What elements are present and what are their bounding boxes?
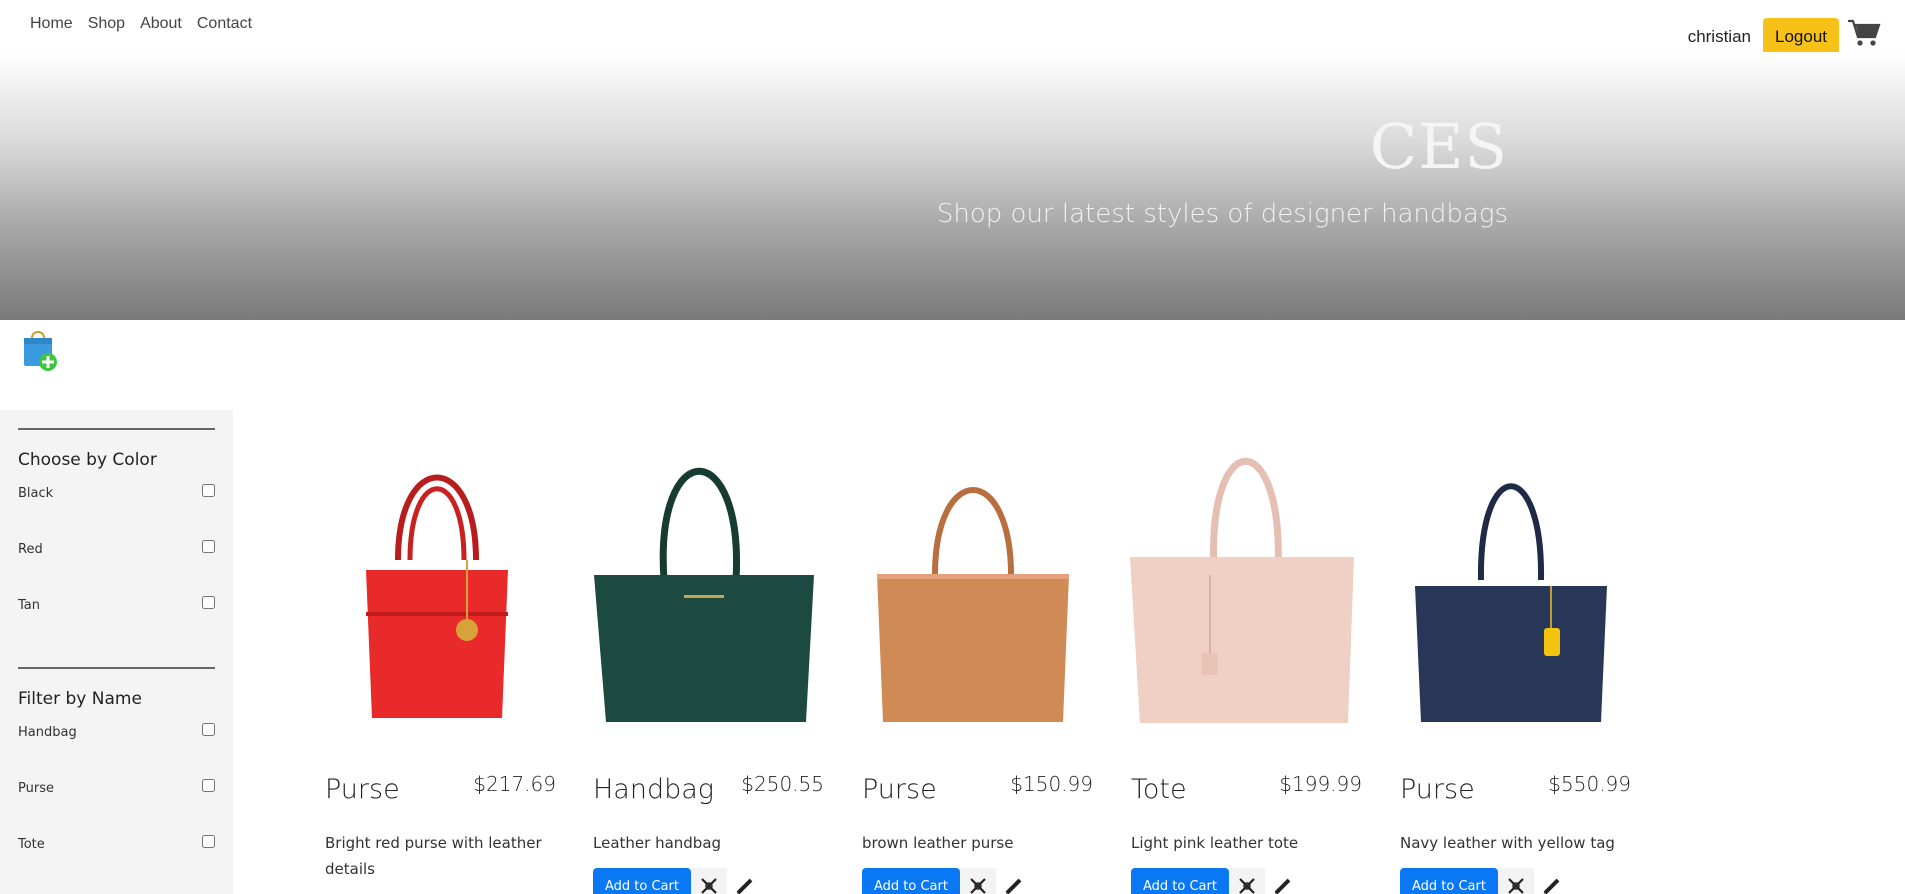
edit-pencil-icon[interactable]	[1534, 868, 1570, 894]
product-description: Light pink leather tote	[1131, 834, 1299, 852]
product-name: Tote	[1131, 774, 1187, 805]
color-option-red: Red	[18, 540, 215, 557]
product-card: Tote $199.99 Light pink leather tote Add…	[1122, 420, 1362, 894]
add-to-cart-button[interactable]: Add to Cart	[1400, 868, 1498, 894]
hero-title: CES	[1369, 110, 1508, 183]
product-actions: Add to Cart	[1400, 868, 1570, 894]
delete-icon[interactable]	[1228, 868, 1265, 894]
nav-link-contact[interactable]: Contact	[197, 15, 252, 33]
product-actions: Add to Cart	[1131, 868, 1301, 894]
product-card: Purse $550.99 Navy leather with yellow t…	[1391, 420, 1631, 894]
product-actions: Add to Cart	[862, 868, 1032, 894]
add-to-cart-button[interactable]: Add to Cart	[862, 868, 960, 894]
name-tote-checkbox[interactable]	[202, 835, 215, 848]
name-option-label: Tote	[18, 837, 45, 852]
product-image[interactable]	[584, 420, 824, 730]
sidebar-divider	[18, 428, 215, 430]
name-option-purse: Purse	[18, 779, 215, 796]
color-option-label: Red	[18, 542, 43, 557]
name-option-label: Purse	[18, 781, 54, 796]
edit-pencil-icon[interactable]	[1265, 868, 1301, 894]
product-name: Handbag	[593, 774, 714, 805]
nav-links: Home Shop About Contact	[30, 15, 267, 33]
product-image[interactable]	[1391, 420, 1631, 730]
nav-link-about[interactable]: About	[140, 15, 182, 33]
nav-link-shop[interactable]: Shop	[88, 15, 125, 33]
filter-sidebar: Choose by Color Black Red Tan Filter by …	[0, 410, 233, 894]
color-red-checkbox[interactable]	[202, 540, 215, 553]
product-card: Handbag $250.55 Leather handbag Add to C…	[584, 420, 824, 894]
color-black-checkbox[interactable]	[202, 484, 215, 497]
product-actions: Add to Cart	[593, 868, 763, 894]
color-option-label: Tan	[18, 598, 40, 613]
edit-pencil-icon[interactable]	[727, 868, 763, 894]
product-description: Leather handbag	[593, 834, 722, 852]
color-tan-checkbox[interactable]	[202, 596, 215, 609]
product-card: Purse $150.99 brown leather purse Add to…	[853, 420, 1093, 894]
name-handbag-checkbox[interactable]	[202, 723, 215, 736]
product-description: Bright red purse with leather details	[325, 834, 542, 878]
username-label: christian	[1687, 27, 1751, 46]
color-option-tan: Tan	[18, 596, 215, 613]
nav-link-home[interactable]: Home	[30, 15, 73, 33]
add-to-cart-button[interactable]: Add to Cart	[593, 868, 691, 894]
sidebar-divider	[18, 667, 215, 669]
name-filter-heading: Filter by Name	[18, 689, 142, 709]
hero-banner: CES Shop our latest styles of designer h…	[0, 52, 1905, 320]
cart-icon[interactable]	[1847, 18, 1881, 53]
product-image[interactable]	[853, 420, 1093, 730]
product-price: $217.69	[473, 772, 556, 796]
name-option-label: Handbag	[18, 725, 77, 740]
hero-subtitle: Shop our latest styles of designer handb…	[936, 199, 1508, 229]
product-description: Navy leather with yellow tag	[1400, 834, 1615, 852]
name-option-handbag: Handbag	[18, 723, 215, 740]
logout-button[interactable]: Logout	[1763, 18, 1839, 56]
delete-icon[interactable]	[690, 868, 727, 894]
product-price: $250.55	[741, 772, 824, 796]
top-navbar: Home Shop About Contact christian Logout	[0, 0, 1905, 56]
name-purse-checkbox[interactable]	[202, 779, 215, 792]
product-name: Purse	[1400, 774, 1475, 805]
product-name: Purse	[862, 774, 937, 805]
edit-pencil-icon[interactable]	[996, 868, 1032, 894]
delete-icon[interactable]	[959, 868, 996, 894]
add-product-icon[interactable]	[20, 328, 60, 372]
product-name: Purse	[325, 774, 400, 805]
product-price: $550.99	[1548, 772, 1631, 796]
product-description: brown leather purse	[862, 834, 1014, 852]
color-option-label: Black	[18, 486, 54, 501]
name-option-tote: Tote	[18, 835, 215, 852]
product-price: $199.99	[1279, 772, 1362, 796]
product-image[interactable]	[316, 420, 556, 730]
color-option-black: Black	[18, 484, 215, 501]
delete-icon[interactable]	[1497, 868, 1534, 894]
add-to-cart-button[interactable]: Add to Cart	[1131, 868, 1229, 894]
product-price: $150.99	[1010, 772, 1093, 796]
color-filter-heading: Choose by Color	[18, 450, 157, 470]
product-image[interactable]	[1122, 420, 1362, 730]
nav-user-area: christian Logout	[1688, 14, 1881, 56]
product-card: Purse $217.69 Bright red purse with leat…	[316, 420, 556, 894]
